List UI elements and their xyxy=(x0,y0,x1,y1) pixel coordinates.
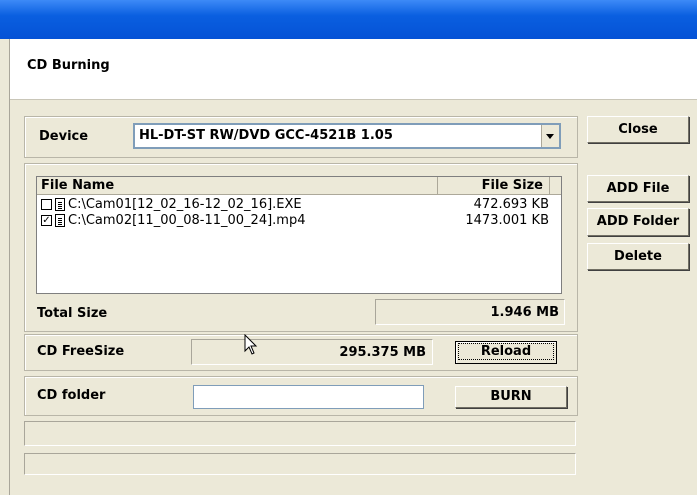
files-group: File Name File Size C:\Cam01[12_02_16-12… xyxy=(24,163,578,332)
file-checkbox[interactable] xyxy=(41,199,52,210)
title-bar[interactable] xyxy=(0,0,697,39)
column-header-file-name[interactable]: File Name xyxy=(37,177,438,195)
add-file-label: ADD File xyxy=(606,181,670,196)
total-size-value: 1.946 MB xyxy=(490,305,560,320)
free-size-label: CD FreeSize xyxy=(37,344,125,359)
file-row[interactable]: ✓ C:\Cam02[11_00_08-11_00_24].mp4 1473.0… xyxy=(41,213,549,229)
status-bar-2 xyxy=(24,453,576,475)
status-bar-1 xyxy=(24,421,576,446)
file-icon xyxy=(55,214,65,227)
burn-button[interactable]: BURN xyxy=(455,386,567,408)
add-folder-label: ADD Folder xyxy=(596,214,680,229)
chevron-down-icon xyxy=(546,134,554,139)
file-icon xyxy=(55,198,65,211)
close-button[interactable]: Close xyxy=(587,116,689,143)
total-size-label: Total Size xyxy=(37,306,108,321)
free-size-value: 295.375 MB xyxy=(339,345,426,360)
close-label: Close xyxy=(618,122,658,137)
column-header-file-size[interactable]: File Size xyxy=(438,177,550,195)
device-selected-value: HL-DT-ST RW/DVD GCC-4521B 1.05 xyxy=(139,128,393,143)
device-label: Device xyxy=(39,129,89,144)
column-header-filler xyxy=(550,177,561,195)
file-list[interactable]: File Name File Size C:\Cam01[12_02_16-12… xyxy=(36,176,562,294)
file-name: C:\Cam01[12_02_16-12_02_16].EXE xyxy=(68,197,302,212)
free-size-group: CD FreeSize 295.375 MB Reload xyxy=(24,334,578,371)
window-border xyxy=(9,39,10,495)
reload-label: Reload xyxy=(457,343,555,360)
dropdown-button[interactable] xyxy=(541,125,559,147)
add-file-button[interactable]: ADD File xyxy=(587,175,689,202)
file-name: C:\Cam02[11_00_08-11_00_24].mp4 xyxy=(68,213,306,228)
cd-folder-input[interactable] xyxy=(193,385,424,409)
file-row[interactable]: C:\Cam01[12_02_16-12_02_16].EXE 472.693 … xyxy=(41,197,549,213)
reload-button[interactable]: Reload xyxy=(455,341,557,364)
dialog-header: CD Burning xyxy=(10,39,697,100)
total-size-field: 1.946 MB xyxy=(375,299,565,325)
cd-folder-label: CD folder xyxy=(37,388,106,403)
folder-group: CD folder BURN xyxy=(24,376,578,416)
file-size: 472.693 KB xyxy=(473,197,549,212)
delete-label: Delete xyxy=(614,249,662,264)
file-size: 1473.001 KB xyxy=(465,213,549,228)
add-folder-button[interactable]: ADD Folder xyxy=(587,208,689,236)
mouse-pointer-icon xyxy=(244,334,258,355)
device-dropdown[interactable]: HL-DT-ST RW/DVD GCC-4521B 1.05 xyxy=(133,123,561,149)
header-title: CD Burning xyxy=(27,58,110,73)
free-size-field: 295.375 MB xyxy=(191,339,433,365)
burn-label: BURN xyxy=(490,389,532,404)
file-checkbox-checked[interactable]: ✓ xyxy=(41,215,52,226)
device-group: Device HL-DT-ST RW/DVD GCC-4521B 1.05 xyxy=(24,116,578,158)
delete-button[interactable]: Delete xyxy=(587,243,689,270)
